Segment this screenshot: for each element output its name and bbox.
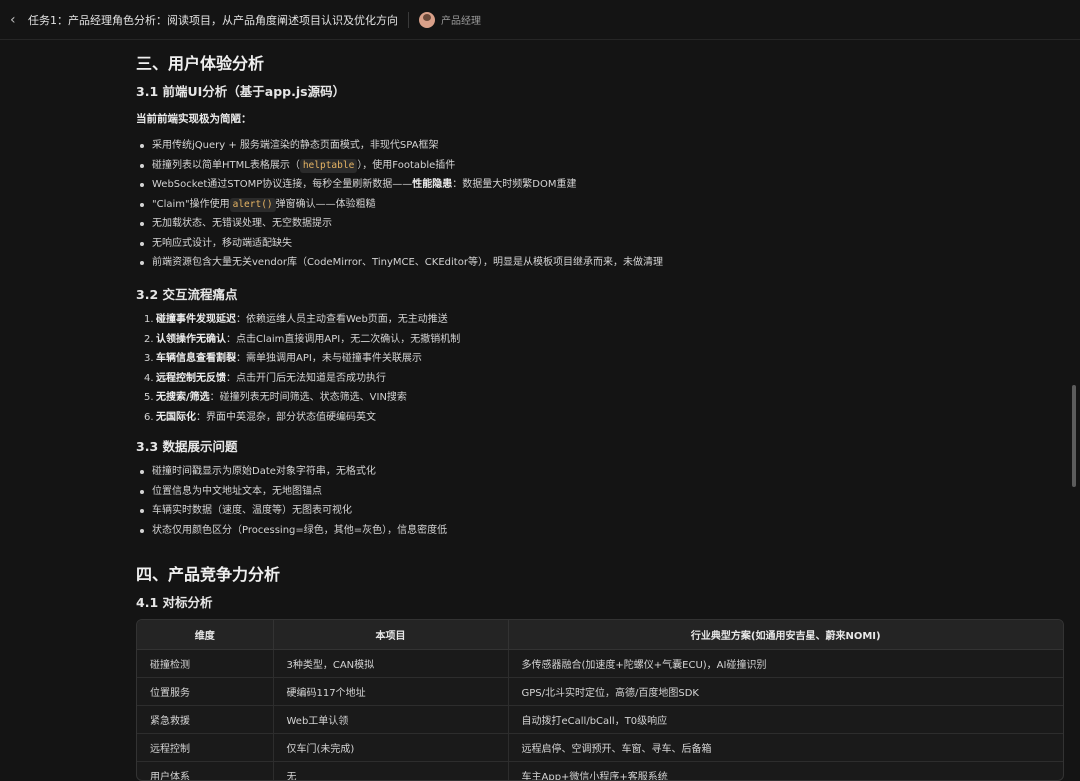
table-cell: 远程控制 (137, 734, 273, 762)
list-item: 采用传统jQuery + 服务端渲染的静态页面模式，非现代SPA框架 (136, 136, 663, 156)
list-item: 3.车辆信息查看割裂：需单独调用API，未与碰撞事件关联展示 (136, 349, 460, 369)
list-item: 无加载状态、无错误处理、无空数据提示 (136, 214, 663, 234)
item-number: 5. (144, 388, 156, 408)
list-item: 前端资源包含大量无关vendor库（CodeMirror、TinyMCE、CKE… (136, 253, 663, 273)
item-bold: 车辆信息查看割裂 (156, 353, 236, 364)
table-cell: 车主App+微信小程序+客服系统 (508, 762, 1063, 781)
table-cell: 硬编码117个地址 (273, 678, 508, 706)
item-text: ：依赖运维人员主动查看Web页面，无主动推送 (236, 314, 448, 325)
item-bold: 远程控制无反馈 (156, 373, 226, 384)
list-item: "Claim"操作使用alert()弹窗确认——体验粗糙 (136, 195, 663, 215)
table-row: 用户体系无车主App+微信小程序+客服系统 (137, 762, 1063, 781)
list-item: 碰撞时间戳显示为原始Date对象字符串，无格式化 (136, 462, 447, 482)
item-text-tail: ），使用Footable插件 (357, 160, 455, 171)
item-text: WebSocket通过STOMP协议连接，每秒全量刷新数据—— (152, 179, 412, 190)
item-number: 1. (144, 310, 156, 330)
item-text-tail: ：数据量大时频繁DOM重建 (452, 179, 576, 190)
item-text: 无加载状态、无错误处理、无空数据提示 (152, 218, 332, 229)
section-3-2-heading: 3.2 交互流程痛点 (136, 284, 238, 303)
section-3-3-list: 碰撞时间戳显示为原始Date对象字符串，无格式化位置信息为中文地址文本，无地图锚… (136, 462, 447, 540)
top-bar: ‹ 任务1：产品经理角色分析：阅读项目，从产品角度阐述项目认识及优化方向 产品经… (0, 0, 1080, 40)
table-cell: 紧急救援 (137, 706, 273, 734)
item-bold: 无搜索/筛选 (156, 392, 210, 403)
section3-heading: 三、用户体验分析 (136, 50, 264, 74)
item-text: ：点击Claim直接调用API，无二次确认，无撤销机制 (226, 334, 460, 345)
table-cell: 用户体系 (137, 762, 273, 781)
table-header-row: 维度本项目行业典型方案(如通用安吉星、蔚来NOMI) (137, 620, 1063, 650)
table-row: 碰撞检测3种类型，CAN模拟多传感器融合(加速度+陀螺仪+气囊ECU)，AI碰撞… (137, 650, 1063, 678)
header-divider (408, 12, 409, 28)
table-row: 远程控制仅车门(未完成)远程启停、空调预开、车窗、寻车、后备箱 (137, 734, 1063, 762)
list-item: 6.无国际化：界面中英混杂，部分状态值硬编码英文 (136, 408, 460, 428)
section-3-3-heading: 3.3 数据展示问题 (136, 436, 238, 455)
list-item: 5.无搜索/筛选：碰撞列表无时间筛选、状态筛选、VIN搜索 (136, 388, 460, 408)
table-cell: 多传感器融合(加速度+陀螺仪+气囊ECU)，AI碰撞识别 (508, 650, 1063, 678)
list-item: 4.远程控制无反馈：点击开门后无法知道是否成功执行 (136, 369, 460, 389)
item-bold: 无国际化 (156, 412, 196, 423)
table-header-cell: 行业典型方案(如通用安吉星、蔚来NOMI) (508, 620, 1063, 650)
task-title: 任务1：产品经理角色分析：阅读项目，从产品角度阐述项目认识及优化方向 (28, 12, 398, 28)
item-text: "Claim"操作使用 (152, 199, 230, 210)
item-number: 4. (144, 369, 156, 389)
item-text-tail: 弹窗确认——体验粗糙 (276, 199, 376, 210)
section-3-1-list: 采用传统jQuery + 服务端渲染的静态页面模式，非现代SPA框架碰撞列表以简… (136, 136, 663, 273)
list-item: WebSocket通过STOMP协议连接，每秒全量刷新数据——性能隐患：数据量大… (136, 175, 663, 195)
section-4-1-heading: 4.1 对标分析 (136, 592, 213, 611)
table-cell: 自动拨打eCall/bCall，T0级响应 (508, 706, 1063, 734)
role-label: 产品经理 (441, 12, 481, 27)
list-item: 位置信息为中文地址文本，无地图锚点 (136, 482, 447, 502)
section4-heading: 四、产品竞争力分析 (136, 561, 280, 585)
table-header-cell: 本项目 (273, 620, 508, 650)
table-cell: 3种类型，CAN模拟 (273, 650, 508, 678)
comparison-table: 维度本项目行业典型方案(如通用安吉星、蔚来NOMI) 碰撞检测3种类型，CAN模… (136, 619, 1064, 781)
list-item: 无响应式设计，移动端适配缺失 (136, 234, 663, 254)
item-number: 2. (144, 330, 156, 350)
item-text: ：需单独调用API，未与碰撞事件关联展示 (236, 353, 422, 364)
scrollbar-thumb[interactable] (1072, 385, 1076, 487)
table-row: 位置服务硬编码117个地址GPS/北斗实时定位，高德/百度地图SDK (137, 678, 1063, 706)
item-text: 前端资源包含大量无关vendor库（CodeMirror、TinyMCE、CKE… (152, 257, 663, 268)
list-item: 车辆实时数据（速度、温度等）无图表可视化 (136, 501, 447, 521)
table-row: 紧急救援Web工单认领自动拨打eCall/bCall，T0级响应 (137, 706, 1063, 734)
item-number: 6. (144, 408, 156, 428)
item-text: ：界面中英混杂，部分状态值硬编码英文 (196, 412, 376, 423)
inline-code: alert() (230, 198, 276, 212)
item-bold: 认领操作无确认 (156, 334, 226, 345)
item-text: ：点击开门后无法知道是否成功执行 (226, 373, 386, 384)
avatar[interactable] (419, 12, 435, 28)
item-text: 无响应式设计，移动端适配缺失 (152, 238, 292, 249)
table-cell: 碰撞检测 (137, 650, 273, 678)
item-bold: 碰撞事件发现延迟 (156, 314, 236, 325)
table-header-cell: 维度 (137, 620, 273, 650)
list-item: 1.碰撞事件发现延迟：依赖运维人员主动查看Web页面，无主动推送 (136, 310, 460, 330)
section-3-1-lead: 当前前端实现极为简陋： (136, 111, 252, 126)
list-item: 2.认领操作无确认：点击Claim直接调用API，无二次确认，无撤销机制 (136, 330, 460, 350)
item-bold: 性能隐患 (412, 179, 452, 190)
section-3-1-heading: 3.1 前端UI分析（基于app.js源码） (136, 81, 345, 100)
item-text: ：碰撞列表无时间筛选、状态筛选、VIN搜索 (210, 392, 407, 403)
table-cell: 无 (273, 762, 508, 781)
table-cell: Web工单认领 (273, 706, 508, 734)
section-3-2-list: 1.碰撞事件发现延迟：依赖运维人员主动查看Web页面，无主动推送2.认领操作无确… (136, 310, 460, 427)
list-item: 状态仅用颜色区分（Processing=绿色，其他=灰色），信息密度低 (136, 521, 447, 541)
table-cell: 远程启停、空调预开、车窗、寻车、后备箱 (508, 734, 1063, 762)
item-number: 3. (144, 349, 156, 369)
item-text: 采用传统jQuery + 服务端渲染的静态页面模式，非现代SPA框架 (152, 140, 438, 151)
table-cell: 位置服务 (137, 678, 273, 706)
back-chevron-icon[interactable]: ‹ (10, 12, 24, 28)
table-cell: 仅车门(未完成) (273, 734, 508, 762)
inline-code: helptable (300, 159, 357, 173)
table-cell: GPS/北斗实时定位，高德/百度地图SDK (508, 678, 1063, 706)
list-item: 碰撞列表以简单HTML表格展示（helptable），使用Footable插件 (136, 156, 663, 176)
item-text: 碰撞列表以简单HTML表格展示（ (152, 160, 300, 171)
